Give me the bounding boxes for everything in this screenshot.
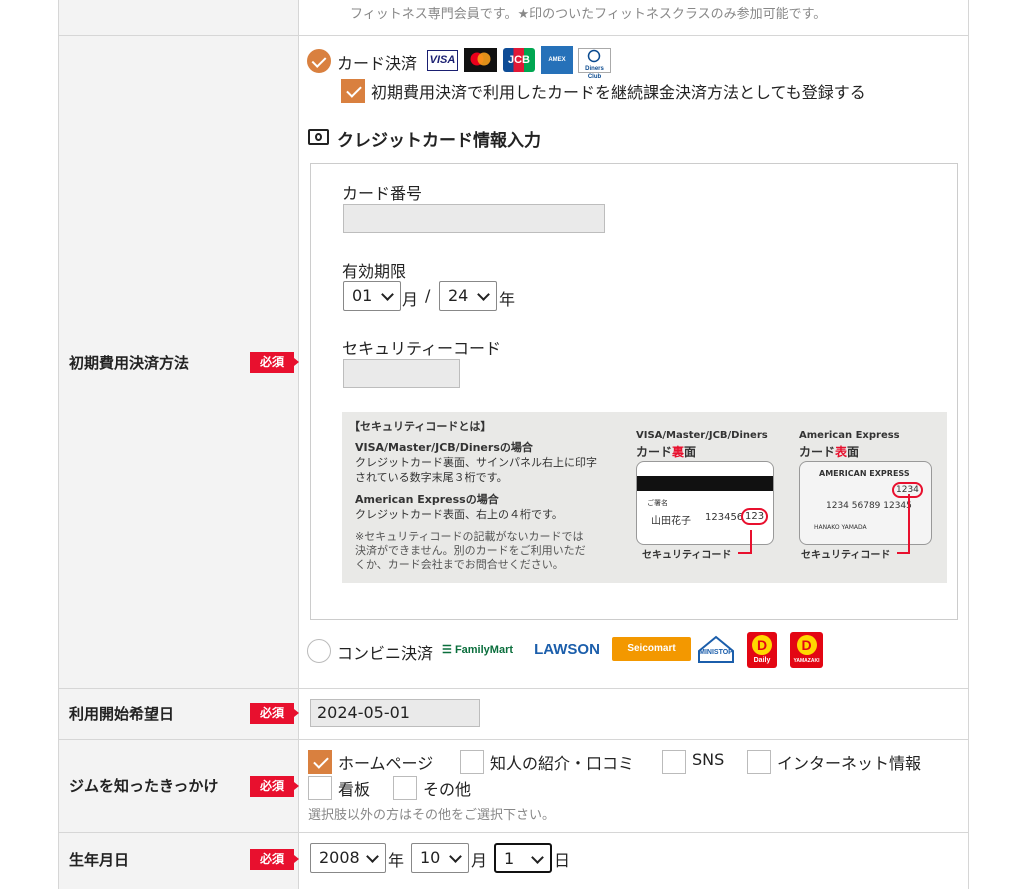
card2-brand: American Express bbox=[799, 430, 900, 441]
start-date-value-cell: 2024-05-01 bbox=[300, 689, 968, 739]
referral-friend-checkbox[interactable] bbox=[460, 750, 484, 774]
required-badge: 必須 bbox=[250, 703, 299, 724]
membership-value-cell: フィットネス専門会員です。★印のついたフィットネスクラスのみ参加可能です。 bbox=[300, 0, 968, 35]
familymart-logo-icon: ☰ FamilyMart bbox=[442, 644, 514, 656]
referral-note: 選択肢以外の方はその他をご選択下さい。 bbox=[308, 808, 556, 823]
card-back-illustration: ご署名 山田花子 123456 123 bbox=[636, 461, 774, 545]
expiry-month-select[interactable]: 01 bbox=[343, 281, 401, 311]
referral-label-cell: ジムを知ったきっかけ 必須 bbox=[59, 740, 299, 832]
mastercard-logo-icon bbox=[464, 48, 497, 72]
referral-other-label: その他 bbox=[423, 780, 472, 799]
help-visa-body1: クレジットカード裏面、サインパネル右上に印字 bbox=[355, 456, 597, 469]
required-badge: 必須 bbox=[250, 849, 299, 870]
start-date-row: 利用開始希望日 必須 2024-05-01 bbox=[59, 689, 968, 740]
daily-yamazaki-logo-icon: D Daily bbox=[747, 632, 777, 668]
birth-day-unit: 日 bbox=[554, 851, 571, 870]
expiry-year-select[interactable]: 24 bbox=[439, 281, 497, 311]
birthday-row: 生年月日 必須 2008 年 10 月 1 日 bbox=[59, 833, 968, 889]
referral-internet-label: インターネット情報 bbox=[777, 754, 922, 773]
membership-label-cell bbox=[59, 0, 299, 35]
referral-homepage-label: ホームページ bbox=[338, 754, 434, 773]
amex-logo-icon: AMEX bbox=[541, 46, 573, 74]
birth-month-select[interactable]: 10 bbox=[411, 843, 469, 873]
jcb-logo-icon: JCB bbox=[503, 48, 535, 72]
expiry-separator: / bbox=[425, 286, 431, 305]
payment-method-row: 初期費用決済方法 必須 カード決済 VISA JCB AMEX Diners C… bbox=[59, 36, 968, 689]
recurring-payment-checkbox[interactable] bbox=[341, 79, 365, 103]
card-front-illustration: AMERICAN EXPRESS 1234 1234 56789 12345 H… bbox=[799, 461, 932, 545]
card-number-label: カード番号 bbox=[342, 184, 423, 203]
expiry-year-unit: 年 bbox=[499, 290, 516, 309]
card1-side: カード裏面 bbox=[636, 445, 697, 459]
card-section-title: クレジットカード情報入力 bbox=[337, 131, 541, 151]
seicomart-logo-icon: Seicomart bbox=[612, 637, 691, 661]
referral-internet-checkbox[interactable] bbox=[747, 750, 771, 774]
birthday-label: 生年月日 bbox=[69, 851, 130, 869]
referral-friend-label: 知人の紹介・口コミ bbox=[490, 754, 635, 773]
visa-logo-icon: VISA bbox=[427, 50, 458, 71]
start-date-label-cell: 利用開始希望日 必須 bbox=[59, 689, 299, 739]
payment-method-label: 初期費用決済方法 bbox=[69, 354, 190, 372]
lawson-logo-icon: LAWSON bbox=[534, 641, 600, 658]
birthday-value-cell: 2008 年 10 月 1 日 bbox=[300, 833, 968, 889]
security-code-label: セキュリティーコード bbox=[342, 339, 502, 358]
referral-sns-label: SNS bbox=[692, 750, 725, 769]
diners-logo-icon: Diners Club bbox=[578, 48, 611, 80]
security-code-help-image: 【セキュリティコードとは】 VISA/Master/JCB/Dinersの場合 … bbox=[342, 412, 947, 583]
help-title: 【セキュリティコードとは】 bbox=[349, 420, 492, 433]
ministop-logo-icon: MINISTOP bbox=[697, 634, 735, 664]
membership-note: フィットネス専門会員です。★印のついたフィットネスクラスのみ参加可能です。 bbox=[350, 7, 827, 22]
form-table: フィットネス専門会員です。★印のついたフィットネスクラスのみ参加可能です。 初期… bbox=[58, 0, 969, 889]
help-visa-head: VISA/Master/JCB/Dinersの場合 bbox=[355, 441, 533, 454]
referral-row: ジムを知ったきっかけ 必須 ホームページ 知人の紹介・口コミ SNS インターネ… bbox=[59, 740, 968, 833]
card-number-input[interactable] bbox=[343, 204, 605, 233]
referral-signboard-label: 看板 bbox=[338, 780, 371, 799]
card2-caption: セキュリティコード bbox=[801, 550, 891, 561]
card-info-box: カード番号 有効期限 01 月 / 24 年 セキュリティーコード 【セキュリテ… bbox=[310, 163, 958, 620]
card-payment-radio[interactable] bbox=[307, 49, 331, 73]
referral-sns-checkbox[interactable] bbox=[662, 750, 686, 774]
birthday-label-cell: 生年月日 必須 bbox=[59, 833, 299, 889]
convenience-payment-label: コンビニ決済 bbox=[337, 644, 434, 663]
start-date-input[interactable]: 2024-05-01 bbox=[310, 699, 480, 727]
referral-other-checkbox[interactable] bbox=[393, 776, 417, 800]
help-amex-body: クレジットカード表面、右上の４桁です。 bbox=[355, 508, 563, 521]
referral-label: ジムを知ったきっかけ bbox=[69, 777, 219, 795]
help-warn-3: くか、カード会社までお問合せください。 bbox=[355, 558, 564, 571]
payment-value-cell: カード決済 VISA JCB AMEX Diners Club 初期費用決済で利… bbox=[300, 36, 968, 688]
yamazaki-logo-icon: D YAMAZAKI bbox=[790, 632, 823, 668]
registration-form-page: フィットネス専門会員です。★印のついたフィットネスクラスのみ参加可能です。 初期… bbox=[0, 0, 1018, 889]
help-amex-head: American Expressの場合 bbox=[355, 493, 499, 506]
convenience-payment-radio[interactable] bbox=[307, 639, 331, 663]
referral-value-cell: ホームページ 知人の紹介・口コミ SNS インターネット情報 看板 その他 選択… bbox=[300, 740, 968, 832]
required-badge: 必須 bbox=[250, 352, 299, 373]
card2-side: カード表面 bbox=[799, 445, 860, 459]
birth-year-unit: 年 bbox=[388, 851, 405, 870]
expiry-label: 有効期限 bbox=[342, 262, 407, 281]
card-info-icon bbox=[308, 129, 329, 145]
start-date-label: 利用開始希望日 bbox=[69, 705, 175, 723]
birth-day-select[interactable]: 1 bbox=[494, 843, 552, 873]
card-payment-label: カード決済 bbox=[337, 54, 418, 73]
security-code-input[interactable] bbox=[343, 359, 460, 388]
birth-month-unit: 月 bbox=[471, 851, 488, 870]
recurring-payment-label: 初期費用決済で利用したカードを継続課金決済方法としても登録する bbox=[371, 83, 866, 102]
payment-label-cell: 初期費用決済方法 必須 bbox=[59, 36, 299, 688]
referral-homepage-checkbox[interactable] bbox=[308, 750, 332, 774]
card1-caption: セキュリティコード bbox=[642, 550, 732, 561]
required-badge: 必須 bbox=[250, 776, 299, 797]
card1-brand: VISA/Master/JCB/Diners bbox=[636, 430, 768, 441]
referral-signboard-checkbox[interactable] bbox=[308, 776, 332, 800]
expiry-month-unit: 月 bbox=[402, 290, 419, 309]
help-visa-body2: されている数字末尾３桁です。 bbox=[355, 471, 508, 484]
birth-year-select[interactable]: 2008 bbox=[310, 843, 386, 873]
membership-row: フィットネス専門会員です。★印のついたフィットネスクラスのみ参加可能です。 bbox=[59, 0, 968, 36]
